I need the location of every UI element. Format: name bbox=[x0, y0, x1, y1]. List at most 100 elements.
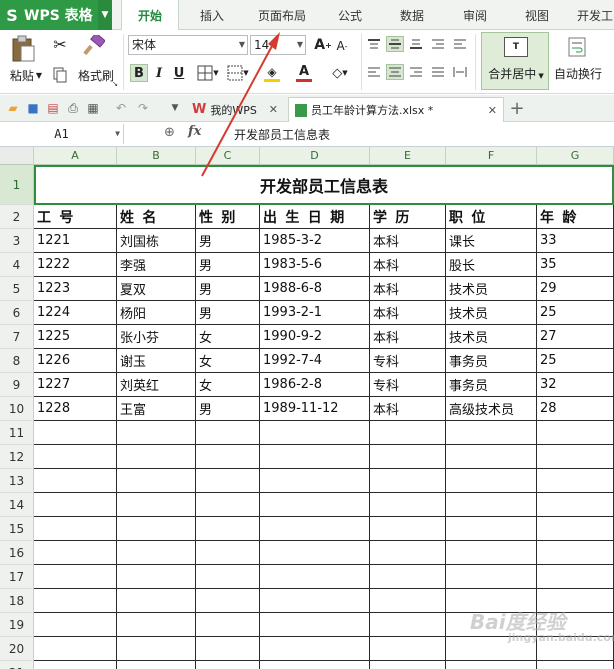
empty-cell[interactable] bbox=[34, 421, 117, 445]
align-right-icon[interactable] bbox=[408, 64, 424, 80]
table-cell[interactable]: 王富 bbox=[117, 397, 196, 421]
table-cell[interactable]: 课长 bbox=[446, 229, 537, 253]
empty-cell[interactable] bbox=[446, 565, 537, 589]
empty-cell[interactable] bbox=[537, 421, 614, 445]
row-header-3[interactable]: 3 bbox=[0, 229, 34, 253]
empty-cell[interactable] bbox=[196, 445, 260, 469]
column-header-c[interactable]: C bbox=[196, 147, 260, 165]
table-cell[interactable]: 35 bbox=[537, 253, 614, 277]
header-cell[interactable]: 工号 bbox=[34, 205, 117, 229]
table-cell[interactable]: 张小芬 bbox=[117, 325, 196, 349]
column-header-b[interactable]: B bbox=[117, 147, 196, 165]
table-cell[interactable]: 本科 bbox=[370, 301, 446, 325]
wrap-text-icon[interactable] bbox=[566, 36, 588, 58]
align-middle-icon[interactable] bbox=[386, 36, 404, 52]
export-pdf-icon[interactable]: ▤ bbox=[46, 101, 60, 115]
table-cell[interactable]: 股长 bbox=[446, 253, 537, 277]
zoom-function-icon[interactable]: ⊕ bbox=[164, 125, 175, 140]
close-icon[interactable]: ✕ bbox=[488, 104, 497, 117]
italic-icon[interactable]: I bbox=[150, 64, 168, 82]
paste-icon[interactable] bbox=[8, 34, 38, 64]
font-size-select[interactable]: 14 ▼ bbox=[250, 35, 306, 55]
cell-style-icon[interactable]: ▼ bbox=[224, 64, 252, 82]
increase-indent-icon[interactable] bbox=[452, 36, 468, 52]
empty-cell[interactable] bbox=[260, 565, 370, 589]
empty-cell[interactable] bbox=[370, 661, 446, 669]
table-cell[interactable]: 男 bbox=[196, 301, 260, 325]
table-cell[interactable]: 1224 bbox=[34, 301, 117, 325]
empty-cell[interactable] bbox=[370, 517, 446, 541]
table-cell[interactable]: 李强 bbox=[117, 253, 196, 277]
table-cell[interactable]: 高级技术员 bbox=[446, 397, 537, 421]
table-cell[interactable]: 32 bbox=[537, 373, 614, 397]
empty-cell[interactable] bbox=[196, 661, 260, 669]
empty-cell[interactable] bbox=[34, 493, 117, 517]
table-cell[interactable]: 刘英红 bbox=[117, 373, 196, 397]
row-header-21[interactable]: 21 bbox=[0, 661, 34, 669]
empty-cell[interactable] bbox=[196, 541, 260, 565]
redo-icon[interactable]: ↷ bbox=[136, 101, 150, 115]
table-cell[interactable]: 专科 bbox=[370, 373, 446, 397]
table-cell[interactable]: 夏双 bbox=[117, 277, 196, 301]
name-box[interactable]: A1 ▼ bbox=[0, 124, 124, 144]
empty-cell[interactable] bbox=[117, 445, 196, 469]
column-header-g[interactable]: G bbox=[537, 147, 614, 165]
font-color-icon[interactable]: A bbox=[290, 62, 318, 84]
empty-cell[interactable] bbox=[196, 565, 260, 589]
row-header-6[interactable]: 6 bbox=[0, 301, 34, 325]
table-cell[interactable]: 1227 bbox=[34, 373, 117, 397]
table-cell[interactable]: 1221 bbox=[34, 229, 117, 253]
row-header-11[interactable]: 11 bbox=[0, 421, 34, 445]
table-cell[interactable]: 1992-7-4 bbox=[260, 349, 370, 373]
tab-page-layout[interactable]: 页面布局 bbox=[250, 0, 314, 30]
clear-format-icon[interactable]: ◇ ▼ bbox=[326, 64, 354, 82]
tab-review[interactable]: 审阅 bbox=[453, 0, 497, 30]
app-menu-button[interactable]: S WPS 表格 ▼ bbox=[0, 0, 112, 30]
column-header-a[interactable]: A bbox=[34, 147, 117, 165]
row-header-8[interactable]: 8 bbox=[0, 349, 34, 373]
empty-cell[interactable] bbox=[260, 661, 370, 669]
row-header-9[interactable]: 9 bbox=[0, 373, 34, 397]
row-header-19[interactable]: 19 bbox=[0, 613, 34, 637]
table-cell[interactable]: 1989-11-12 bbox=[260, 397, 370, 421]
empty-cell[interactable] bbox=[370, 469, 446, 493]
select-all-corner[interactable] bbox=[0, 147, 34, 165]
empty-cell[interactable] bbox=[370, 613, 446, 637]
align-left-icon[interactable] bbox=[366, 64, 382, 80]
underline-icon[interactable]: U bbox=[170, 64, 188, 82]
table-cell[interactable]: 男 bbox=[196, 277, 260, 301]
table-cell[interactable]: 男 bbox=[196, 253, 260, 277]
customize-toolbar-icon[interactable]: ▼ bbox=[168, 101, 182, 115]
table-cell[interactable]: 1228 bbox=[34, 397, 117, 421]
table-cell[interactable]: 专科 bbox=[370, 349, 446, 373]
table-cell[interactable]: 刘国栋 bbox=[117, 229, 196, 253]
tab-formulas[interactable]: 公式 bbox=[328, 0, 372, 30]
fill-color-icon[interactable]: ◈ bbox=[258, 62, 286, 84]
folder-open-icon[interactable]: ▰ bbox=[6, 101, 20, 115]
table-cell[interactable]: 1222 bbox=[34, 253, 117, 277]
empty-cell[interactable] bbox=[446, 445, 537, 469]
empty-cell[interactable] bbox=[370, 445, 446, 469]
merged-title-cell[interactable]: 开发部员工信息表 bbox=[34, 165, 614, 205]
close-icon[interactable]: ✕ bbox=[269, 103, 278, 116]
grow-font-icon[interactable]: A + bbox=[314, 35, 332, 55]
empty-cell[interactable] bbox=[260, 445, 370, 469]
empty-cell[interactable] bbox=[117, 613, 196, 637]
table-cell[interactable]: 1983-5-6 bbox=[260, 253, 370, 277]
empty-cell[interactable] bbox=[34, 589, 117, 613]
empty-cell[interactable] bbox=[117, 589, 196, 613]
empty-cell[interactable] bbox=[260, 541, 370, 565]
table-cell[interactable]: 女 bbox=[196, 349, 260, 373]
table-cell[interactable]: 技术员 bbox=[446, 277, 537, 301]
empty-cell[interactable] bbox=[370, 541, 446, 565]
empty-cell[interactable] bbox=[370, 421, 446, 445]
align-bottom-icon[interactable] bbox=[408, 36, 424, 52]
header-cell[interactable]: 职位 bbox=[446, 205, 537, 229]
empty-cell[interactable] bbox=[196, 493, 260, 517]
empty-cell[interactable] bbox=[34, 661, 117, 669]
borders-icon[interactable]: ▼ bbox=[194, 64, 222, 82]
font-name-select[interactable]: 宋体 ▼ bbox=[128, 35, 248, 55]
table-cell[interactable]: 本科 bbox=[370, 397, 446, 421]
save-icon[interactable]: ■ bbox=[26, 101, 40, 115]
empty-cell[interactable] bbox=[446, 661, 537, 669]
